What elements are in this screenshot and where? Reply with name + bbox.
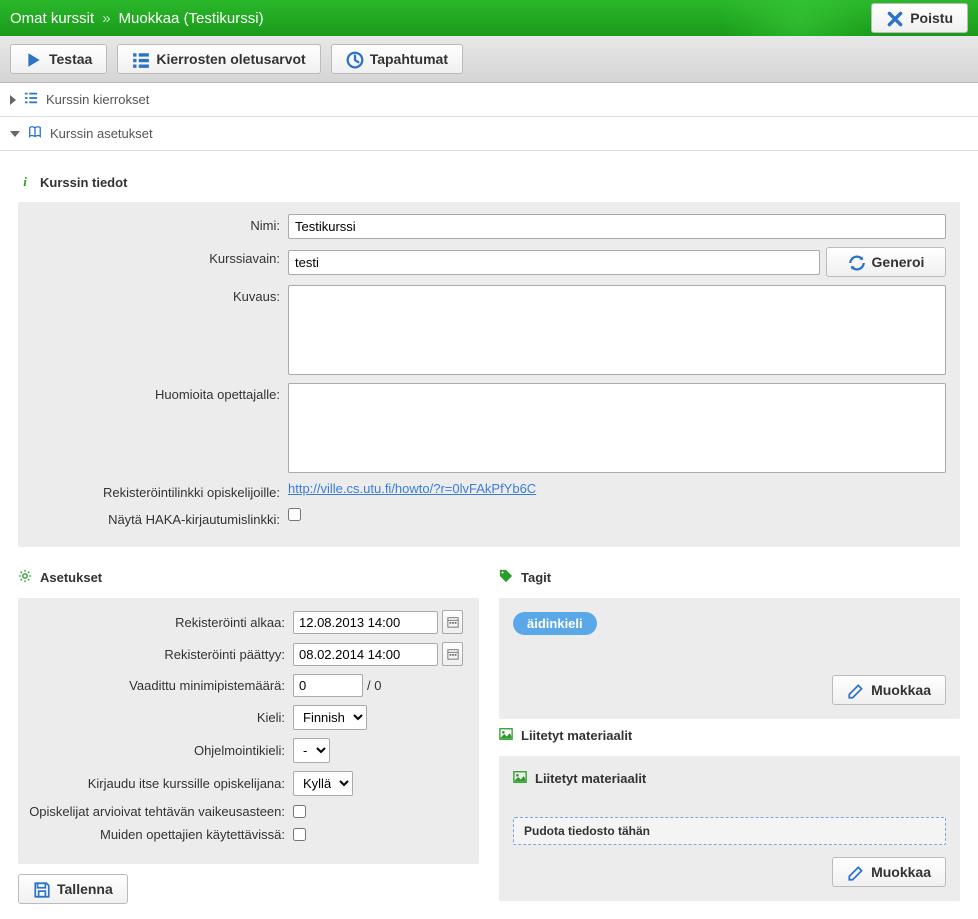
haka-label: Näytä HAKA-kirjautumislinkki: [28,508,288,527]
reg-start-input[interactable] [293,611,438,634]
reg-start-label: Rekisteröinti alkaa: [26,615,293,630]
tags-header: Tagit [499,569,960,586]
book-icon [28,125,42,142]
name-label: Nimi: [28,214,288,233]
clock-icon [346,51,362,67]
breadcrumb: Omat kurssit » Muokkaa (Testikurssi) [10,10,264,27]
edit-materials-label: Muokkaa [871,864,931,880]
image-icon [499,727,513,744]
available-checkbox[interactable] [293,828,306,841]
exit-label: Poistu [910,10,953,26]
generate-button[interactable]: Generoi [826,247,946,277]
materials-inner-header: Liitetyt materiaalit [513,770,946,787]
test-label: Testaa [49,51,92,67]
lang-label: Kieli: [26,710,293,725]
refresh-icon [848,254,864,270]
proglang-label: Ohjelmointikieli: [26,743,293,758]
materials-block: Liitetyt materiaalit Pudota tiedosto täh… [499,756,960,901]
materials-inner-title: Liitetyt materiaalit [535,771,646,786]
proglang-select[interactable]: - [293,738,330,763]
toolbar: Testaa Kierrosten oletusarvot Tapahtumat [0,36,978,83]
reglink-label: Rekisteröintilinkki opiskelijoille: [28,481,288,500]
info-icon: i [18,174,32,190]
tags-title: Tagit [521,570,551,585]
course-info-title: Kurssin tiedot [40,175,127,190]
difficulty-label: Opiskelijat arvioivat tehtävän vaikeusas… [26,804,293,819]
desc-input[interactable] [288,285,946,375]
course-info-form: Nimi: Kurssiavain: Generoi Kuvaus: Huomi… [18,202,960,547]
exit-button[interactable]: Poistu [871,3,968,33]
play-icon [25,51,41,67]
edit-icon [847,682,863,698]
materials-title: Liitetyt materiaalit [521,728,632,743]
events-label: Tapahtumat [370,51,448,67]
min-points-label: Vaadittu minimipistemäärä: [26,678,293,693]
key-label: Kurssiavain: [28,247,288,266]
chevron-right-icon [10,95,16,105]
edit-tags-label: Muokkaa [871,682,931,698]
registration-link[interactable]: http://ville.cs.utu.fi/howto/?r=0lvFAkPf… [288,481,536,496]
selfenroll-label: Kirjaudu itse kurssille opiskelijana: [26,776,293,791]
settings-title: Asetukset [40,570,102,585]
breadcrumb-separator: » [102,10,110,27]
breadcrumb-current: Muokkaa (Testikurssi) [119,10,264,27]
gear-icon [18,569,32,586]
settings-form: Rekisteröinti alkaa: Rekisteröinti päätt… [18,598,479,864]
title-bar: Omat kurssit » Muokkaa (Testikurssi) Poi… [0,0,978,36]
tags-block: äidinkieli Muokkaa [499,598,960,719]
settings-panel-header[interactable]: Kurssin asetukset [0,117,978,151]
settings-header: Asetukset [18,569,479,586]
events-button[interactable]: Tapahtumat [331,44,463,74]
list-icon [24,91,38,108]
round-defaults-button[interactable]: Kierrosten oletusarvot [117,44,320,74]
tag-icon [499,569,513,586]
settings-panel-title: Kurssin asetukset [50,126,153,141]
notes-label: Huomioita opettajalle: [28,383,288,402]
file-drop-zone[interactable]: Pudota tiedosto tähän [513,817,946,845]
reg-end-label: Rekisteröinti päättyy: [26,647,293,662]
edit-materials-button[interactable]: Muokkaa [832,857,946,887]
list-icon [132,51,148,67]
chevron-down-icon [10,131,20,137]
save-button[interactable]: Tallenna [18,874,128,904]
rounds-panel-header[interactable]: Kurssin kierrokset [0,83,978,117]
difficulty-checkbox[interactable] [293,805,306,818]
available-label: Muiden opettajien käytettävissä: [26,827,293,842]
edit-tags-button[interactable]: Muokkaa [832,675,946,705]
edit-icon [847,864,863,880]
notes-input[interactable] [288,383,946,473]
name-input[interactable] [288,214,946,239]
calendar-icon[interactable] [442,642,463,666]
key-input[interactable] [288,250,820,275]
lang-select[interactable]: Finnish [293,705,367,730]
round-defaults-label: Kierrosten oletusarvot [156,51,305,67]
tag-chip[interactable]: äidinkieli [513,612,597,635]
calendar-icon[interactable] [442,610,463,634]
selfenroll-select[interactable]: Kyllä [293,771,353,796]
min-points-total: / 0 [367,678,381,693]
test-button[interactable]: Testaa [10,44,107,74]
close-icon [886,10,902,26]
save-label: Tallenna [57,881,113,897]
min-points-input[interactable] [293,674,363,697]
content-area: i Kurssin tiedot Nimi: Kurssiavain: Gene… [0,151,978,919]
haka-checkbox[interactable] [288,508,301,521]
breadcrumb-item[interactable]: Omat kurssit [10,10,94,27]
desc-label: Kuvaus: [28,285,288,304]
save-icon [33,881,49,897]
generate-label: Generoi [872,254,925,270]
materials-header: Liitetyt materiaalit [499,727,960,744]
reg-end-input[interactable] [293,643,438,666]
course-info-header: i Kurssin tiedot [18,174,960,190]
rounds-panel-title: Kurssin kierrokset [46,92,149,107]
image-icon [513,770,527,787]
